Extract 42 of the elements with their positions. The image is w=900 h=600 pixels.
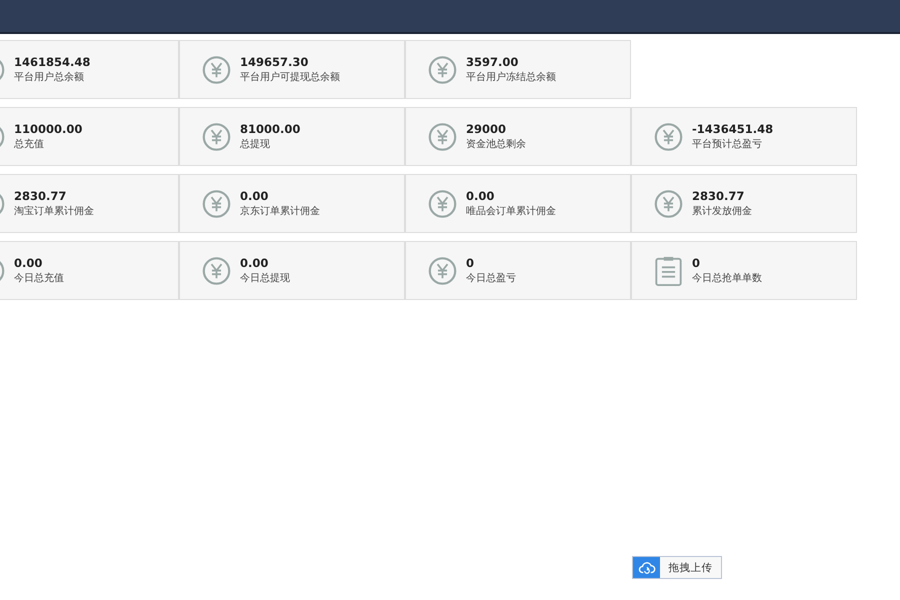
clipboard-icon [654, 256, 683, 286]
stat-value: 2830.77 [14, 189, 68, 203]
stat-label: 资金池总剩余 [466, 138, 526, 151]
yen-icon [202, 256, 231, 286]
yen-icon [428, 122, 457, 152]
stat-value: 0.00 [240, 256, 270, 270]
stat-value: 29000 [466, 122, 508, 136]
stat-label: 平台用户可提现总余额 [240, 70, 340, 84]
yen-icon [428, 54, 457, 84]
yen-icon [428, 256, 457, 286]
stat-value: 2830.77 [692, 189, 746, 203]
upload-button[interactable]: 拖拽上传 [632, 556, 722, 579]
stat-value: 1461854.48 [14, 55, 90, 69]
stat-value: 81000.00 [240, 122, 300, 136]
stat-value: 0.00 [240, 189, 270, 203]
stat-label: 今日总提现 [240, 272, 290, 285]
yen-icon [202, 122, 231, 152]
stat-value: 0 [466, 256, 476, 270]
stat-label: 今日总充值 [14, 272, 64, 285]
stat-label: 淘宝订单累计佣金 [14, 204, 94, 218]
stat-label: 总充值 [14, 138, 45, 151]
yen-icon [202, 188, 231, 218]
stat-value: 3597.00 [466, 55, 520, 69]
stat-label: 平台用户总余额 [14, 70, 85, 84]
yen-icon [202, 54, 231, 84]
stat-value: -1436451.48 [692, 122, 774, 136]
stat-label: 今日总抢单单数 [692, 272, 762, 285]
stat-label: 累计发放佣金 [692, 204, 752, 218]
stat-label: 唯品会订单累计佣金 [466, 204, 556, 218]
stat-label: 平台预计总盈亏 [692, 138, 763, 151]
stat-label: 今日总盈亏 [466, 272, 516, 285]
stat-value: 0 [692, 256, 702, 270]
yen-icon [654, 188, 683, 218]
stat-value: 0.00 [466, 189, 496, 203]
stat-value: 0.00 [14, 256, 44, 270]
yen-icon [654, 122, 683, 152]
stat-label: 平台用户冻结总余额 [466, 70, 556, 84]
stat-label: 京东订单累计佣金 [240, 204, 320, 218]
stat-value: 110000.00 [14, 122, 82, 136]
yen-icon [428, 188, 457, 218]
stat-value: 149657.30 [240, 55, 310, 69]
stat-label: 总提现 [240, 138, 271, 151]
